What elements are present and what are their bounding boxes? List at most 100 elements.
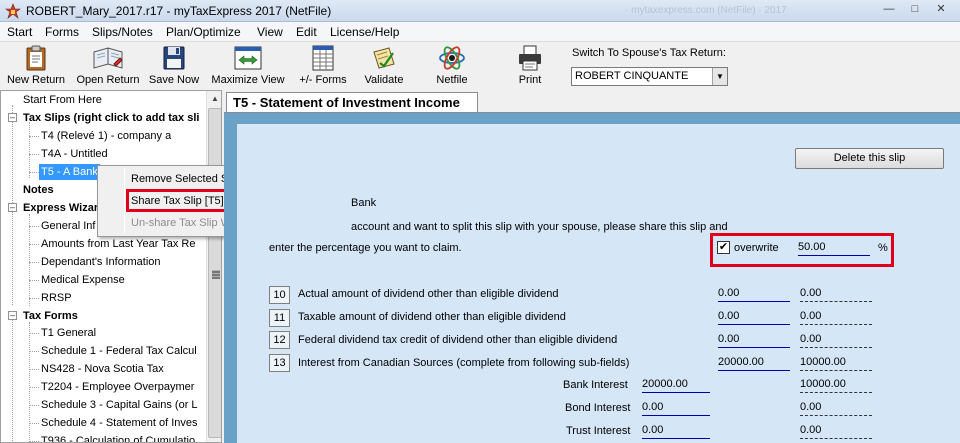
title-bar: ROBERT_Mary_2017.r17 - myTaxExpress 2017…: [0, 0, 960, 22]
box-number: 12: [269, 331, 290, 349]
app-icon: [5, 3, 21, 19]
tree-start-from-here[interactable]: Start From Here: [23, 92, 102, 108]
maximize-view-button[interactable]: Maximize View: [210, 44, 286, 86]
close-icon[interactable]: ✕: [928, 1, 954, 19]
netfile-atom-icon: [439, 46, 465, 70]
spouse-amount-field: 0.00: [800, 333, 872, 348]
spouse-select-value: ROBERT CINQUANTE: [575, 70, 689, 82]
window-controls: — □ ✕: [876, 1, 954, 19]
chevron-down-icon[interactable]: ▼: [712, 68, 727, 85]
forms-grid-icon: [312, 45, 334, 71]
tree-general-info[interactable]: General Inf: [41, 218, 95, 234]
trust-interest-label: Trust Interest: [566, 425, 631, 437]
open-return-button[interactable]: Open Return: [72, 44, 144, 86]
tree-amounts-last-year[interactable]: Amounts from Last Year Tax Re: [41, 236, 196, 252]
window-faded-title: · mytaxexpress.com (NetFile) · 2017: [625, 5, 787, 16]
amount-input[interactable]: 0.00: [718, 333, 790, 348]
amount-input[interactable]: 0.00: [718, 287, 790, 302]
box-number: 11: [269, 309, 290, 327]
menu-view[interactable]: View: [257, 25, 283, 39]
collapse-icon[interactable]: –: [8, 203, 17, 212]
row-label: Federal dividend tax credit of dividend …: [298, 334, 618, 346]
slip-bank-title: Bank: [351, 197, 377, 209]
tree-dependants-info[interactable]: Dependant's Information: [41, 254, 161, 270]
tree-t1-general[interactable]: T1 General: [41, 325, 96, 341]
new-return-button[interactable]: New Return: [4, 44, 68, 86]
tree-slip-t4a[interactable]: T4A - Untitled: [41, 146, 108, 162]
tree-line: [29, 322, 30, 442]
tree-medical-expense[interactable]: Medical Expense: [41, 272, 125, 288]
tree-line: [29, 405, 39, 406]
tree-tax-slips[interactable]: Tax Slips (right click to add tax sli: [23, 110, 199, 126]
maximize-icon[interactable]: □: [902, 1, 928, 19]
trust-interest-spouse-field: 0.00: [800, 424, 872, 439]
tree-tax-forms[interactable]: Tax Forms: [23, 308, 78, 324]
grip-icon: ▬ ▬ ▬: [212, 266, 220, 281]
new-return-label: New Return: [6, 74, 66, 86]
row-label: Taxable amount of dividend other than el…: [298, 311, 566, 323]
tree-express-wizard[interactable]: Express Wizar: [23, 200, 98, 216]
share-instruction-line2: enter the percentage you want to claim.: [269, 242, 462, 254]
tree-line: [29, 136, 39, 137]
tree-t2204[interactable]: T2204 - Employee Overpaymer: [41, 379, 194, 395]
spouse-amount-field: 10000.00: [800, 356, 872, 371]
tree-notes[interactable]: Notes: [23, 182, 54, 198]
tree-line: [29, 423, 39, 424]
tree-schedule-3[interactable]: Schedule 3 - Capital Gains (or L: [41, 397, 198, 413]
tree-line: [29, 441, 39, 442]
validate-label: Validate: [364, 74, 404, 86]
save-now-button[interactable]: Save Now: [148, 44, 200, 86]
menu-plan-optimize[interactable]: Plan/Optimize: [166, 25, 241, 39]
window-title: ROBERT_Mary_2017.r17 - myTaxExpress 2017…: [26, 4, 332, 18]
toolbar: New Return Open Return Save Now Maximize…: [0, 42, 960, 90]
collapse-icon[interactable]: –: [8, 113, 17, 122]
form-panel: [237, 124, 960, 443]
menu-slips-notes[interactable]: Slips/Notes: [92, 25, 153, 39]
scrollbar-thumb[interactable]: ▬ ▬ ▬: [208, 108, 221, 438]
bond-interest-input[interactable]: 0.00: [642, 401, 710, 416]
bank-interest-spouse-field: 10000.00: [800, 378, 872, 393]
row-label: Actual amount of dividend other than eli…: [298, 288, 559, 300]
trust-interest-input[interactable]: 0.00: [642, 424, 710, 439]
open-notebook-icon: [93, 47, 123, 69]
tree-t936[interactable]: T936 - Calculation of Cumulatio: [41, 433, 195, 442]
netfile-label: Netfile: [436, 74, 468, 86]
highlight-overwrite-percent: [710, 233, 894, 267]
tree-line: [29, 298, 39, 299]
amount-input[interactable]: 20000.00: [718, 356, 790, 371]
tree-slip-t5[interactable]: T5 - A Bank: [39, 164, 100, 180]
menu-start[interactable]: Start: [7, 25, 32, 39]
add-remove-forms-label: +/- Forms: [299, 74, 347, 86]
row-label: Interest from Canadian Sources (complete…: [298, 357, 630, 369]
tree-rrsp[interactable]: RRSP: [41, 290, 72, 306]
navigation-tree: Start From Here – Tax Slips (right click…: [0, 90, 222, 443]
tree-scrollbar[interactable]: ▲ ▬ ▬ ▬: [206, 91, 221, 442]
share-instruction-line1: account and want to split this slip with…: [351, 221, 728, 233]
bank-interest-input[interactable]: 20000.00: [642, 378, 710, 393]
delete-slip-button[interactable]: Delete this slip: [795, 148, 944, 169]
printer-icon: [519, 45, 541, 71]
netfile-button[interactable]: Netfile: [430, 44, 474, 86]
menu-forms[interactable]: Forms: [45, 25, 79, 39]
bond-interest-spouse-field: 0.00: [800, 401, 872, 416]
spouse-select[interactable]: ROBERT CINQUANTE ▼: [571, 67, 728, 86]
minimize-icon[interactable]: —: [876, 1, 902, 19]
tree-schedule-1[interactable]: Schedule 1 - Federal Tax Calcul: [41, 343, 197, 359]
amount-input[interactable]: 0.00: [718, 310, 790, 325]
tree-slip-t4[interactable]: T4 (Relevé 1) - company a: [41, 128, 171, 144]
menu-license-help[interactable]: License/Help: [330, 25, 399, 39]
spouse-amount-field: 0.00: [800, 287, 872, 302]
tree-schedule-4[interactable]: Schedule 4 - Statement of Inves: [41, 415, 198, 431]
tab-t5-statement[interactable]: T5 - Statement of Investment Income: [226, 92, 478, 113]
tree-ns428[interactable]: NS428 - Nova Scotia Tax: [41, 361, 164, 377]
context-menu-gutter: [124, 168, 125, 234]
collapse-icon[interactable]: –: [8, 311, 17, 320]
tree-line: [29, 226, 39, 227]
menu-edit[interactable]: Edit: [296, 25, 317, 39]
clipboard-icon: [26, 45, 46, 71]
print-button[interactable]: Print: [510, 44, 550, 86]
menu-bar: Start Forms Slips/Notes Plan/Optimize Vi…: [0, 22, 960, 42]
add-remove-forms-button[interactable]: +/- Forms: [296, 44, 350, 86]
scroll-up-icon[interactable]: ▲: [207, 91, 221, 107]
validate-button[interactable]: Validate: [360, 44, 408, 86]
